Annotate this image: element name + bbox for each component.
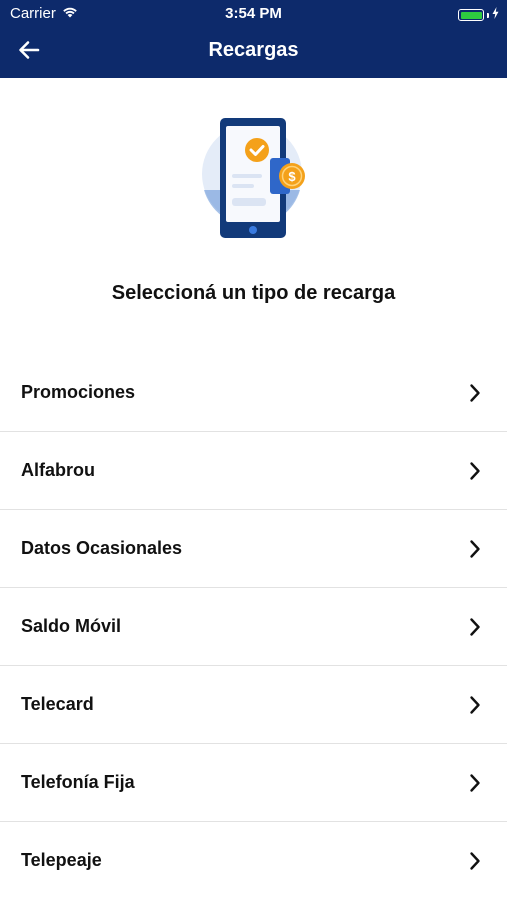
list-item-telecard[interactable]: Telecard: [0, 666, 507, 744]
list-item-saldo-movil[interactable]: Saldo Móvil: [0, 588, 507, 666]
list-item-label: Promociones: [21, 382, 136, 402]
status-bar: Carrier 3:54 PM: [0, 0, 507, 26]
list-item-label: Telecard: [21, 694, 94, 714]
chevron-right-icon: [469, 695, 481, 715]
phone-payment-icon: $: [196, 112, 316, 242]
chevron-right-icon: [469, 773, 481, 793]
chevron-right-icon: [469, 539, 481, 559]
svg-text:$: $: [288, 169, 296, 184]
list-item-label: Saldo Móvil: [21, 616, 122, 636]
header: Carrier 3:54 PM Recargas: [0, 0, 507, 78]
chevron-right-icon: [469, 617, 481, 637]
list-item-datos-ocasionales[interactable]: Datos Ocasionales: [0, 510, 507, 588]
recharge-type-list: Promociones Alfabrou Datos Ocasionales S…: [0, 354, 507, 900]
list-item-telefonia-fija[interactable]: Telefonía Fija: [0, 744, 507, 822]
battery-icon: [458, 9, 484, 21]
list-item-label: Alfabrou: [21, 460, 95, 480]
list-item-telepeaje[interactable]: Telepeaje: [0, 822, 507, 900]
navigation-bar: Recargas: [0, 26, 507, 78]
chevron-right-icon: [469, 461, 481, 481]
hero-section: $ Seleccioná un tipo de recarga: [0, 78, 507, 340]
page-title: Recargas: [208, 39, 299, 61]
list-item-promociones[interactable]: Promociones: [0, 354, 507, 432]
section-subtitle: Seleccioná un tipo de recarga: [111, 282, 396, 304]
status-time: 3:54 PM: [225, 5, 282, 22]
chevron-right-icon: [469, 383, 481, 403]
battery-tip: [487, 12, 489, 18]
list-item-label: Telefonía Fija: [21, 772, 135, 792]
battery-indicator: [458, 6, 499, 24]
list-item-alfabrou[interactable]: Alfabrou: [0, 432, 507, 510]
chevron-right-icon: [469, 851, 481, 871]
charging-bolt-icon: [492, 6, 499, 24]
list-item-label: Datos Ocasionales: [21, 538, 183, 558]
battery-level-fill: [460, 11, 482, 19]
list-item-label: Telepeaje: [21, 850, 102, 870]
